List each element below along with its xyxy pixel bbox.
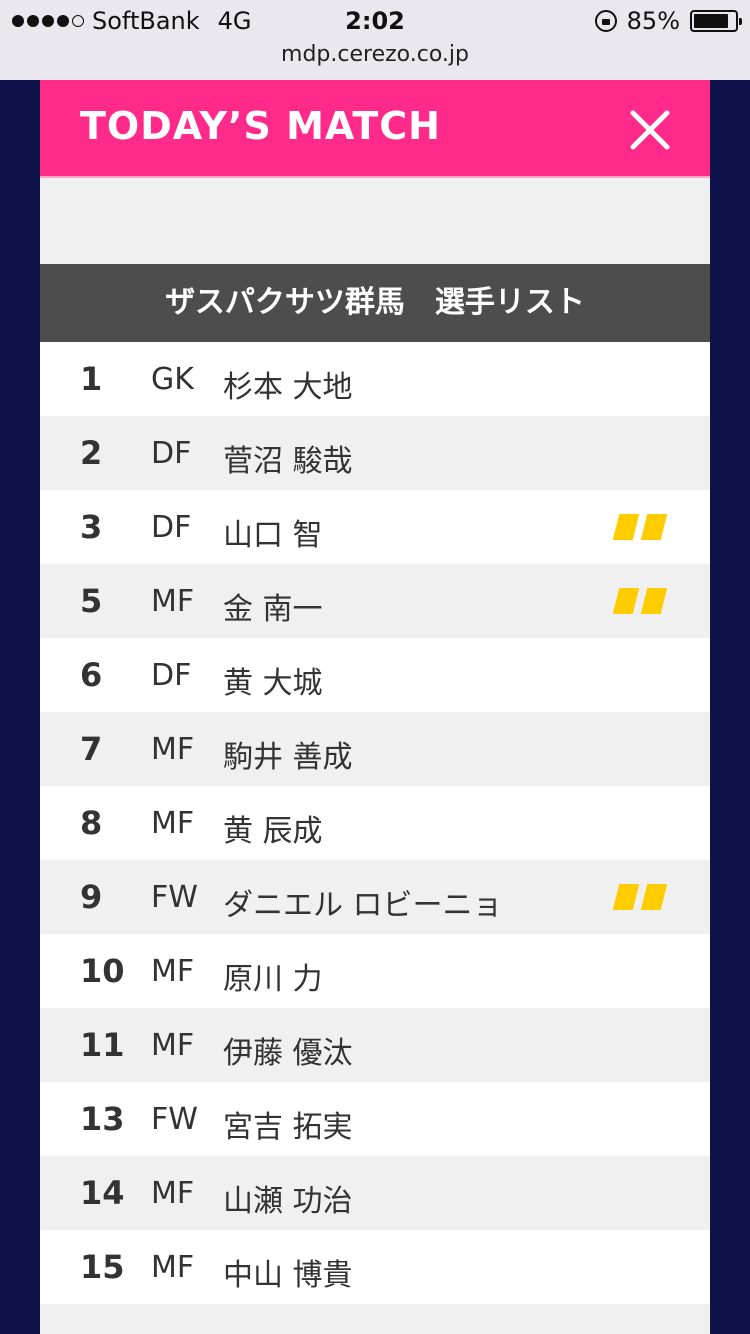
player-row: 13 FW 宮吉 拓実 — [40, 1082, 710, 1156]
player-number: 15 — [80, 1248, 125, 1286]
player-row: 10 MF 原川 力 — [40, 934, 710, 1008]
player-row: 8 MF 黄 辰成 — [40, 786, 710, 860]
player-name: 金 南一 — [223, 592, 323, 627]
status-right: 85% — [594, 7, 742, 35]
player-position: MF — [151, 732, 195, 767]
player-row: 5 MF 金 南一 — [40, 564, 710, 638]
player-number: 13 — [80, 1100, 125, 1138]
player-row: 9 FW ダニエル ロビーニョ — [40, 860, 710, 934]
player-position: FW — [151, 1102, 198, 1137]
rotation-lock-icon — [594, 10, 617, 32]
player-number: 10 — [80, 952, 125, 990]
player-row: 15 MF 中山 博貴 — [40, 1230, 710, 1304]
player-position: MF — [151, 806, 195, 841]
player-position: MF — [151, 954, 195, 989]
player-number: 1 — [80, 360, 103, 398]
yellow-cards-icon — [612, 884, 668, 912]
player-list: 1 GK 杉本 大地 2 DF 菅沼 駿哉 3 DF 山口 智 5 MF 金 南一 6 DF 黄 大城 7 MF… — [40, 342, 710, 1304]
player-row: 14 MF 山瀬 功治 — [40, 1156, 710, 1230]
player-number: 2 — [80, 434, 103, 472]
player-name: 原川 力 — [223, 962, 323, 997]
player-row: 1 GK 杉本 大地 — [40, 342, 710, 416]
player-number: 14 — [80, 1174, 125, 1212]
player-number: 9 — [80, 878, 103, 916]
player-name: 宮吉 拓実 — [223, 1110, 353, 1145]
player-position: DF — [151, 510, 192, 545]
battery-level-fill — [694, 14, 728, 28]
player-position: MF — [151, 1028, 195, 1063]
url-bar[interactable]: mdp.cerezo.co.jp — [0, 42, 750, 80]
player-name: 黄 大城 — [223, 666, 323, 701]
player-position: MF — [151, 1176, 195, 1211]
player-name: 山瀬 功治 — [223, 1184, 353, 1219]
status-bar: SoftBank 4G 2:02 85% — [0, 0, 750, 42]
player-position: MF — [151, 1250, 195, 1285]
player-name: 杉本 大地 — [223, 370, 353, 405]
player-name: 中山 博貴 — [223, 1258, 353, 1293]
player-number: 8 — [80, 804, 103, 842]
player-name: 山口 智 — [223, 518, 323, 553]
player-name: 黄 辰成 — [223, 814, 323, 849]
close-icon[interactable] — [630, 110, 670, 150]
player-number: 11 — [80, 1026, 125, 1064]
panel-title: TODAY’S MATCH — [80, 104, 441, 148]
player-name: ダニエル ロビーニョ — [223, 888, 503, 923]
player-row: 11 MF 伊藤 優汰 — [40, 1008, 710, 1082]
battery-percent: 85% — [626, 7, 680, 35]
player-row: 7 MF 駒井 善成 — [40, 712, 710, 786]
match-panel: TODAY’S MATCH ザスパクサツ群馬 選手リスト 1 GK 杉本 大地 2 DF… — [40, 80, 710, 1334]
player-position: MF — [151, 584, 195, 619]
player-row: 6 DF 黄 大城 — [40, 638, 710, 712]
player-list-title: ザスパクサツ群馬 選手リスト — [40, 264, 710, 342]
panel-header: TODAY’S MATCH — [40, 80, 710, 178]
player-number: 7 — [80, 730, 103, 768]
player-name: 駒井 善成 — [223, 740, 353, 775]
yellow-cards-icon — [612, 514, 668, 542]
spacer — [40, 178, 710, 264]
yellow-cards-icon — [612, 588, 668, 616]
player-number: 3 — [80, 508, 103, 546]
player-position: DF — [151, 436, 192, 471]
player-position: FW — [151, 880, 198, 915]
player-position: DF — [151, 658, 192, 693]
battery-icon — [690, 10, 742, 32]
player-name: 菅沼 駿哉 — [223, 444, 353, 479]
player-row: 3 DF 山口 智 — [40, 490, 710, 564]
player-name: 伊藤 優汰 — [223, 1036, 353, 1071]
player-position: GK — [151, 362, 194, 397]
player-row: 2 DF 菅沼 駿哉 — [40, 416, 710, 490]
player-number: 5 — [80, 582, 103, 620]
player-number: 6 — [80, 656, 103, 694]
